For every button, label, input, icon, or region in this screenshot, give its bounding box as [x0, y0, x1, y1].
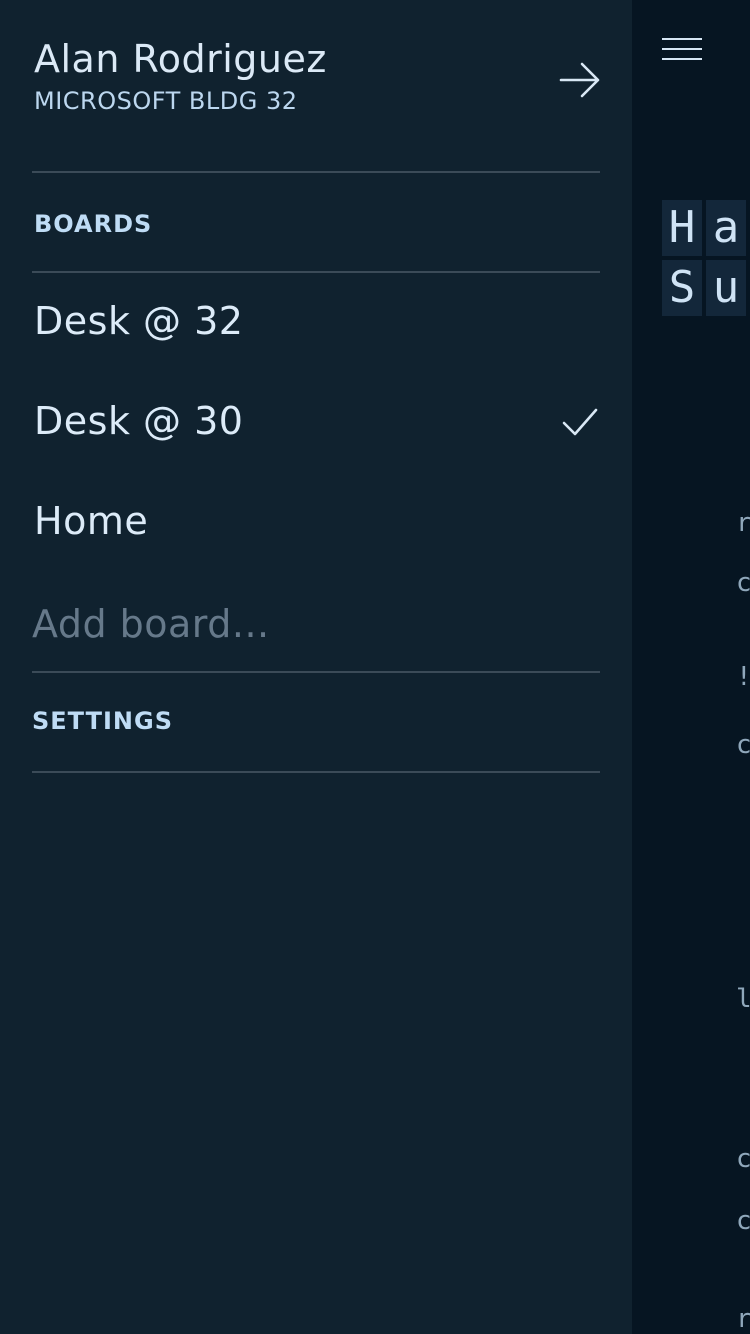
board-tile: S	[662, 260, 702, 316]
edge-glyph: c	[736, 1206, 750, 1236]
edge-glyph: r	[736, 1304, 750, 1334]
hamburger-menu-icon[interactable]	[660, 36, 708, 68]
settings-label: SETTINGS	[32, 707, 173, 735]
board-tile: u	[706, 260, 746, 316]
check-icon	[562, 408, 598, 436]
boards-section-header: BOARDS	[34, 210, 153, 238]
navigation-drawer: Alan Rodriguez MICROSOFT BLDG 32 BOARDS …	[0, 0, 632, 1334]
board-label: Desk @ 32	[34, 299, 244, 343]
app-screen: Alan Rodriguez MICROSOFT BLDG 32 BOARDS …	[0, 0, 750, 1334]
board-tile: a	[706, 200, 746, 256]
user-profile: Alan Rodriguez MICROSOFT BLDG 32	[34, 34, 514, 116]
edge-glyph: c	[736, 1144, 750, 1174]
edge-glyph: c	[736, 568, 750, 598]
board-label: Home	[34, 499, 149, 543]
edge-glyph: r	[736, 508, 750, 538]
divider	[32, 671, 600, 673]
board-tile: H	[662, 200, 702, 256]
arrow-right-icon	[559, 62, 600, 98]
board-label: Desk @ 30	[34, 399, 244, 443]
settings-item[interactable]: SETTINGS	[0, 674, 632, 770]
edge-glyph: c	[736, 730, 750, 760]
board-item-home[interactable]: Home	[0, 472, 632, 572]
main-content-peek: H a S u r c ! c l c c r	[632, 0, 750, 1334]
edge-glyph: !	[736, 662, 750, 692]
user-location: MICROSOFT BLDG 32	[34, 87, 298, 115]
edge-glyph: l	[736, 984, 750, 1014]
profile-arrow-button[interactable]	[556, 56, 604, 104]
add-board-input[interactable]	[32, 594, 592, 654]
board-item-desk-30[interactable]: Desk @ 30	[0, 372, 632, 472]
divider	[32, 771, 600, 773]
divider	[32, 171, 600, 173]
board-item-desk-32[interactable]: Desk @ 32	[0, 272, 632, 372]
user-name: Alan Rodriguez	[34, 37, 327, 81]
